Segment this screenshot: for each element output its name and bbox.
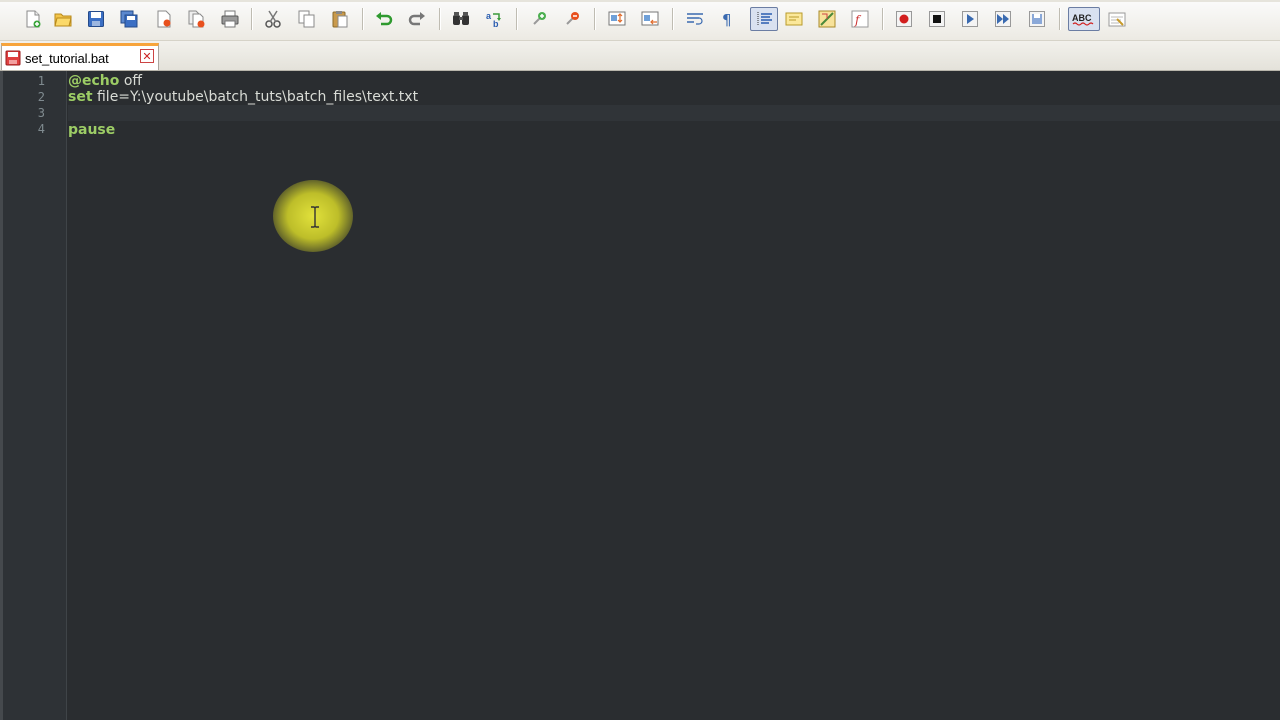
text-cursor-icon	[311, 206, 319, 228]
open-file-icon[interactable]	[52, 8, 74, 30]
cut-icon[interactable]	[262, 8, 284, 30]
line-number: 3	[37, 106, 45, 120]
keyword: set	[68, 89, 93, 105]
toolbar-separator	[672, 8, 673, 30]
line-number: 1	[37, 74, 45, 88]
stop-recording-icon[interactable]	[926, 8, 948, 30]
zoom-out-icon[interactable]	[561, 8, 583, 30]
toolbar-separator	[516, 8, 517, 30]
keyword: pause	[68, 122, 116, 138]
show-all-characters-icon[interactable]: ¶	[716, 8, 738, 30]
sync-vertical-icon[interactable]	[606, 8, 628, 30]
function-list-icon[interactable]: f	[849, 8, 871, 30]
word-wrap-icon[interactable]	[684, 8, 706, 30]
unsaved-file-icon	[5, 50, 21, 66]
new-file-icon[interactable]	[22, 8, 44, 30]
close-all-icon[interactable]	[186, 8, 208, 30]
spell-check-label: ABC	[1072, 13, 1092, 23]
svg-text:a: a	[486, 11, 492, 21]
toolbar-separator	[1059, 8, 1060, 30]
tab-set-tutorial-bat[interactable]: set_tutorial.bat ✕	[1, 43, 159, 70]
save-macro-icon[interactable]	[1026, 8, 1048, 30]
print-icon[interactable]	[219, 8, 241, 30]
close-icon[interactable]	[153, 8, 175, 30]
save-icon[interactable]	[85, 8, 107, 30]
zoom-in-icon[interactable]	[528, 8, 550, 30]
spell-settings-icon[interactable]	[1106, 8, 1128, 30]
toolbar-separator	[439, 8, 440, 30]
save-all-icon[interactable]	[118, 8, 140, 30]
indent-guide-icon[interactable]	[750, 7, 778, 31]
copy-icon[interactable]	[296, 8, 318, 30]
redo-icon[interactable]	[406, 8, 428, 30]
sync-horizontal-icon[interactable]	[639, 8, 661, 30]
line-number-gutter: 1 2 3 4	[3, 71, 67, 720]
paste-icon[interactable]	[329, 8, 351, 30]
toolbar-separator	[362, 8, 363, 30]
user-defined-language-icon[interactable]	[783, 8, 805, 30]
code-text: off	[119, 73, 143, 89]
record-macro-icon[interactable]	[893, 8, 915, 30]
toolbar: ab ¶ f ABC	[0, 0, 1280, 41]
code-line[interactable]: set file=Y:\youtube\batch_tuts\batch_fil…	[68, 89, 418, 105]
tab-bar: set_tutorial.bat ✕	[0, 41, 1280, 71]
menu-bar-edge	[0, 0, 1280, 2]
doc-map-icon[interactable]	[816, 8, 838, 30]
line-number: 2	[37, 90, 45, 104]
toolbar-separator	[251, 8, 252, 30]
code-text: file=Y:\youtube\batch_tuts\batch_files\t…	[92, 89, 419, 105]
replace-icon[interactable]: ab	[483, 8, 505, 30]
tab-close-icon[interactable]: ✕	[140, 49, 154, 63]
undo-icon[interactable]	[373, 8, 395, 30]
line-number: 4	[37, 122, 45, 136]
find-icon[interactable]	[450, 8, 472, 30]
svg-text:¶: ¶	[722, 11, 732, 28]
editor[interactable]: 1 2 3 4 @echo off set file=Y:\youtube\ba…	[0, 71, 1280, 720]
code-area[interactable]: @echo off set file=Y:\youtube\batch_tuts…	[68, 71, 1280, 720]
svg-text:b: b	[493, 19, 499, 28]
tab-label: set_tutorial.bat	[25, 50, 109, 66]
code-line[interactable]: @echo off	[68, 73, 142, 89]
run-macro-multiple-icon[interactable]	[992, 8, 1014, 30]
keyword: @echo	[68, 73, 120, 89]
spell-check-icon[interactable]: ABC	[1068, 7, 1100, 31]
toolbar-separator	[594, 8, 595, 30]
playback-macro-icon[interactable]	[959, 8, 981, 30]
toolbar-separator	[882, 8, 883, 30]
code-line[interactable]: pause	[68, 122, 115, 138]
